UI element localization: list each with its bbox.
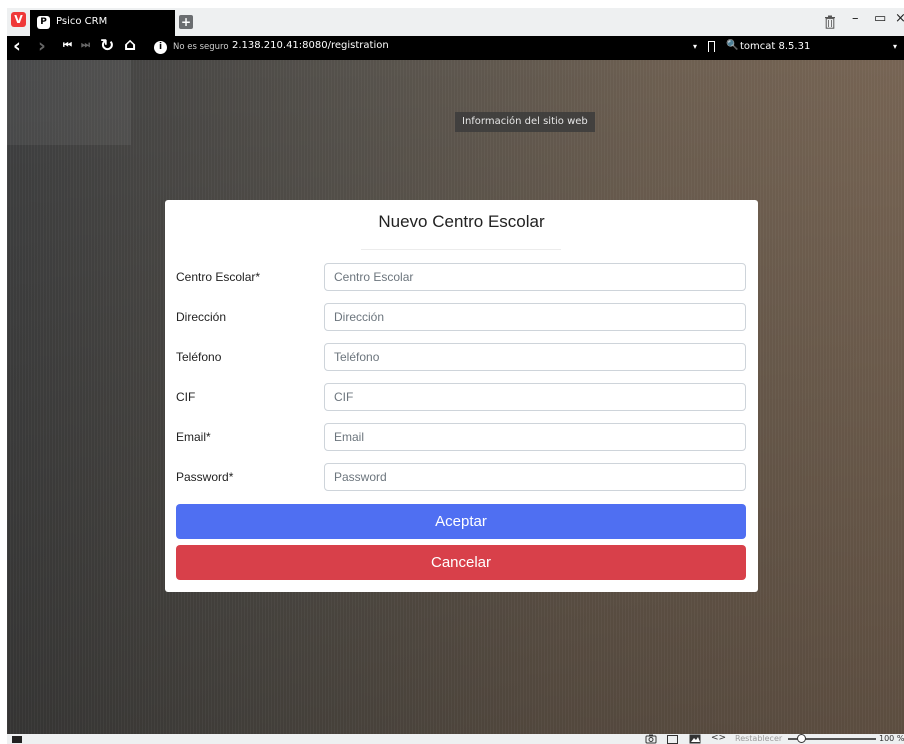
registration-modal: Nuevo Centro Escolar Centro Escolar* Dir… — [165, 200, 758, 592]
restore-button[interactable]: ▭ — [874, 11, 886, 26]
browser-window: V P Psico CRM + – ▭ × ‹ › ⏮ ⏭ ↻ ⌂ i No e… — [0, 0, 904, 744]
trash-icon[interactable] — [824, 15, 836, 29]
rewind-button[interactable]: ⏮ — [63, 40, 72, 51]
backdrop-panel — [7, 60, 131, 145]
image-toggle-icon[interactable] — [689, 734, 701, 744]
zoom-reset-button[interactable]: Restablecer — [735, 734, 782, 743]
home-button[interactable]: ⌂ — [124, 35, 136, 55]
page-actions-icon[interactable]: <> — [711, 733, 726, 743]
address-bar: ‹ › ⏮ ⏭ ↻ ⌂ i No es seguro 2.138.210.41:… — [7, 35, 904, 60]
tile-window-icon[interactable] — [667, 735, 678, 744]
search-icon[interactable]: 🔍 — [726, 40, 738, 51]
tab-psico-crm[interactable]: P Psico CRM — [30, 10, 175, 36]
tab-bar: V P Psico CRM + – ▭ × — [7, 8, 904, 36]
bookmark-icon[interactable] — [708, 41, 715, 52]
search-field[interactable]: 🔍 tomcat 8.5.31 — [723, 39, 901, 57]
security-status-text: No es seguro — [173, 42, 229, 52]
telefono-label: Teléfono — [176, 350, 222, 364]
page-backdrop[interactable]: Información del sitio web Nuevo Centro E… — [7, 60, 904, 734]
password-label: Password* — [176, 470, 234, 484]
minimize-button[interactable]: – — [852, 11, 859, 26]
email-input[interactable] — [324, 423, 746, 451]
centro-escolar-label: Centro Escolar* — [176, 270, 261, 284]
cancel-button[interactable]: Cancelar — [176, 545, 746, 580]
camera-icon[interactable] — [645, 734, 657, 744]
cif-label: CIF — [176, 390, 196, 404]
site-info-tooltip: Información del sitio web — [455, 112, 595, 132]
zoom-level: 100 % — [879, 734, 904, 743]
close-window-button[interactable]: × — [895, 11, 904, 26]
url-field[interactable]: i No es seguro 2.138.210.41:8080/registr… — [150, 39, 710, 57]
email-label: Email* — [176, 430, 211, 444]
new-tab-button[interactable]: + — [179, 15, 193, 29]
reload-button[interactable]: ↻ — [100, 36, 114, 56]
tab-title: Psico CRM — [56, 16, 108, 27]
vivaldi-logo-icon[interactable]: V — [11, 12, 26, 27]
back-button[interactable]: ‹ — [13, 35, 21, 57]
password-input[interactable] — [324, 463, 746, 491]
title-divider — [361, 249, 561, 250]
favicon-icon: P — [37, 16, 50, 29]
url-text[interactable]: 2.138.210.41:8080/registration — [232, 40, 389, 51]
status-bar: <> Restablecer 100 % — [7, 733, 904, 744]
panel-toggle-icon[interactable] — [12, 736, 22, 743]
telefono-input[interactable] — [324, 343, 746, 371]
zoom-slider-handle[interactable] — [797, 734, 806, 743]
modal-title: Nuevo Centro Escolar — [378, 212, 545, 231]
search-engine-dropdown-icon[interactable]: ▾ — [893, 42, 897, 51]
accept-button[interactable]: Aceptar — [176, 504, 746, 539]
forward-button[interactable]: › — [38, 35, 46, 57]
url-history-dropdown-icon[interactable]: ▾ — [693, 42, 697, 51]
site-info-icon[interactable]: i — [154, 41, 167, 54]
direccion-label: Dirección — [176, 310, 227, 324]
direccion-input[interactable] — [324, 303, 746, 331]
search-value[interactable]: tomcat 8.5.31 — [740, 41, 810, 52]
cif-input[interactable] — [324, 383, 746, 411]
centro-escolar-input[interactable] — [324, 263, 746, 291]
fastforward-button[interactable]: ⏭ — [81, 40, 90, 51]
